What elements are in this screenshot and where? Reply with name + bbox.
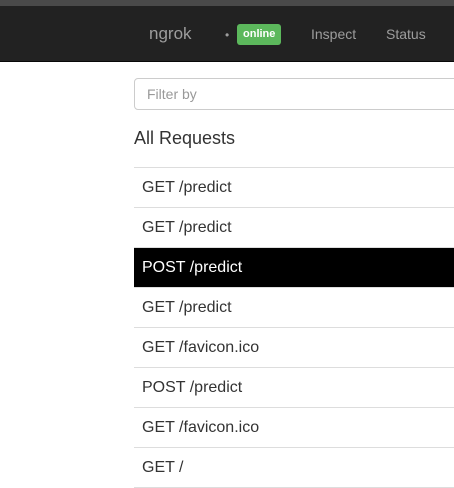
request-row[interactable]: GET /favicon.ico — [134, 408, 454, 448]
request-row[interactable]: GET /predict — [134, 168, 454, 208]
request-row[interactable]: POST /predict — [134, 368, 454, 408]
request-row[interactable]: GET /predict — [134, 208, 454, 248]
request-row[interactable]: POST /predict — [134, 248, 454, 288]
status-dot-icon: • — [225, 28, 230, 42]
nav-status-link[interactable]: Status — [386, 26, 426, 42]
filter-input[interactable] — [134, 78, 454, 110]
navbar: ngrok • online Inspect Status — [0, 6, 454, 62]
page-title: All Requests — [134, 128, 236, 148]
nav-inspect-link[interactable]: Inspect — [311, 26, 356, 42]
request-row[interactable]: GET /predict — [134, 288, 454, 328]
status-badge: online — [237, 24, 282, 45]
brand-name[interactable]: ngrok — [149, 24, 192, 44]
request-row[interactable]: GET / — [134, 448, 454, 488]
request-list: GET /predict GET /predict POST /predict GET… — [134, 167, 454, 488]
request-row[interactable]: GET /favicon.ico — [134, 328, 454, 368]
